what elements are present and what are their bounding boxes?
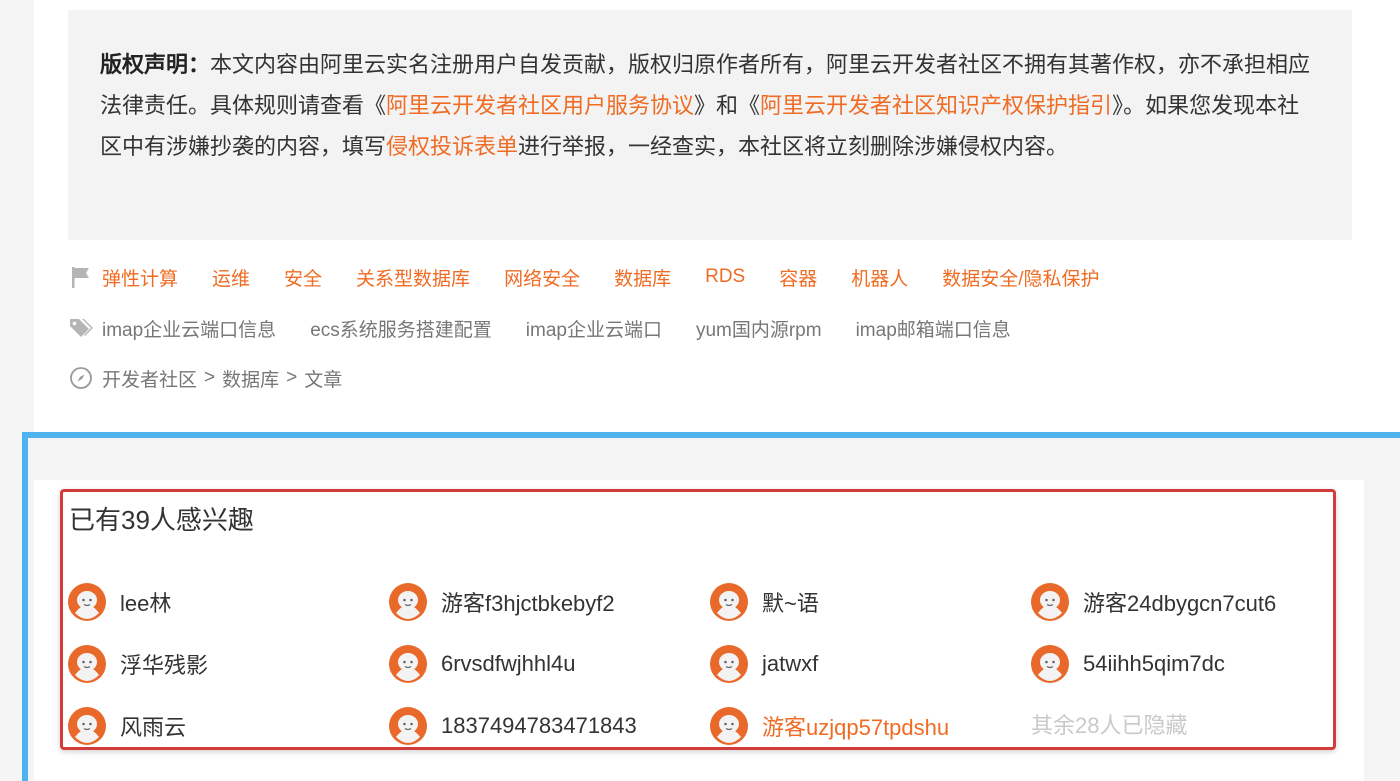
- copyright-notice: 版权声明：本文内容由阿里云实名注册用户自发贡献，版权归原作者所有，阿里云开发者社…: [68, 10, 1352, 240]
- interested-user[interactable]: 54iihh5qim7dc: [1031, 644, 1225, 684]
- default-avatar-icon[interactable]: [710, 583, 748, 621]
- user-name[interactable]: 游客uzjqp57tpdshu: [762, 710, 949, 742]
- breadcrumb-article[interactable]: 文章: [304, 365, 342, 392]
- default-avatar-icon[interactable]: [389, 645, 427, 683]
- category-link[interactable]: 关系型数据库: [356, 264, 470, 291]
- tags-icon: [68, 316, 94, 340]
- category-link[interactable]: RDS: [705, 266, 745, 288]
- user-name[interactable]: 6rvsdfwjhhl4u: [441, 651, 576, 677]
- category-link[interactable]: 运维: [212, 264, 250, 291]
- interested-user[interactable]: 风雨云: [68, 706, 186, 746]
- tag-link[interactable]: imap邮箱端口信息: [856, 315, 1011, 342]
- user-name[interactable]: 游客f3hjctbkebyf2: [441, 586, 615, 618]
- breadcrumb-community[interactable]: 开发者社区: [102, 365, 197, 392]
- default-avatar-icon[interactable]: [389, 583, 427, 621]
- flag-icon: [68, 265, 94, 289]
- category-link[interactable]: 网络安全: [504, 264, 580, 291]
- user-name[interactable]: lee林: [120, 586, 171, 618]
- default-avatar-icon[interactable]: [68, 583, 106, 621]
- category-link[interactable]: 容器: [779, 264, 817, 291]
- user-name[interactable]: 1837494783471843: [441, 713, 637, 739]
- infringement-form-link[interactable]: 侵权投诉表单: [386, 134, 518, 159]
- interested-user[interactable]: 1837494783471843: [389, 706, 637, 746]
- copyright-text-4: 进行举报，一经查实，本社区将立刻删除涉嫌侵权内容。: [518, 134, 1069, 159]
- tag-link[interactable]: yum国内源rpm: [696, 315, 822, 342]
- breadcrumb-separator: >: [204, 367, 216, 388]
- category-row: 弹性计算 运维 安全 关系型数据库 网络安全 数据库 RDS 容器 机器人 数据…: [68, 262, 1134, 292]
- default-avatar-icon[interactable]: [1031, 583, 1069, 621]
- copyright-text-2: 》和《: [694, 93, 761, 118]
- user-name[interactable]: 默~语: [762, 586, 819, 618]
- user-name[interactable]: 54iihh5qim7dc: [1083, 651, 1225, 677]
- category-link[interactable]: 机器人: [851, 264, 908, 291]
- user-agreement-link[interactable]: 阿里云开发者社区用户服务协议: [386, 93, 694, 118]
- default-avatar-icon[interactable]: [68, 645, 106, 683]
- user-name[interactable]: jatwxf: [762, 651, 818, 677]
- interested-user[interactable]: 6rvsdfwjhhl4u: [389, 644, 576, 684]
- user-name[interactable]: 浮华残影: [120, 648, 208, 680]
- default-avatar-icon[interactable]: [1031, 645, 1069, 683]
- interested-user[interactable]: lee林: [68, 582, 171, 622]
- category-link[interactable]: 数据库: [614, 264, 671, 291]
- compass-icon: [68, 366, 94, 390]
- category-link[interactable]: 数据安全/隐私保护: [942, 264, 1099, 291]
- breadcrumb-separator: >: [286, 367, 298, 388]
- copyright-label: 版权声明：: [100, 52, 211, 77]
- tag-link[interactable]: imap企业云端口信息: [102, 315, 276, 342]
- category-link[interactable]: 弹性计算: [102, 264, 178, 291]
- default-avatar-icon[interactable]: [68, 707, 106, 745]
- breadcrumb: 开发者社区 > 数据库 > 文章: [68, 363, 342, 393]
- interested-user[interactable]: 浮华残影: [68, 644, 208, 684]
- breadcrumb-database[interactable]: 数据库: [222, 365, 279, 392]
- default-avatar-icon[interactable]: [710, 645, 748, 683]
- interested-user[interactable]: 默~语: [710, 582, 819, 622]
- ip-protection-link[interactable]: 阿里云开发者社区知识产权保护指引: [760, 93, 1112, 118]
- interested-user[interactable]: 游客24dbygcn7cut6: [1031, 582, 1276, 622]
- tag-link[interactable]: ecs系统服务搭建配置: [310, 315, 492, 342]
- interested-user[interactable]: 游客uzjqp57tpdshu: [710, 706, 949, 746]
- default-avatar-icon[interactable]: [710, 707, 748, 745]
- interest-title: 已有39人感兴趣: [69, 505, 254, 535]
- interested-user[interactable]: jatwxf: [710, 644, 818, 684]
- default-avatar-icon[interactable]: [389, 707, 427, 745]
- user-name[interactable]: 游客24dbygcn7cut6: [1083, 586, 1276, 618]
- tag-row: imap企业云端口信息 ecs系统服务搭建配置 imap企业云端口 yum国内源…: [68, 313, 1045, 343]
- hidden-users-note: 其余28人已隐藏: [1031, 713, 1188, 738]
- interested-user[interactable]: 游客f3hjctbkebyf2: [389, 582, 615, 622]
- user-name[interactable]: 风雨云: [120, 710, 186, 742]
- tag-link[interactable]: imap企业云端口: [526, 315, 662, 342]
- category-link[interactable]: 安全: [284, 264, 322, 291]
